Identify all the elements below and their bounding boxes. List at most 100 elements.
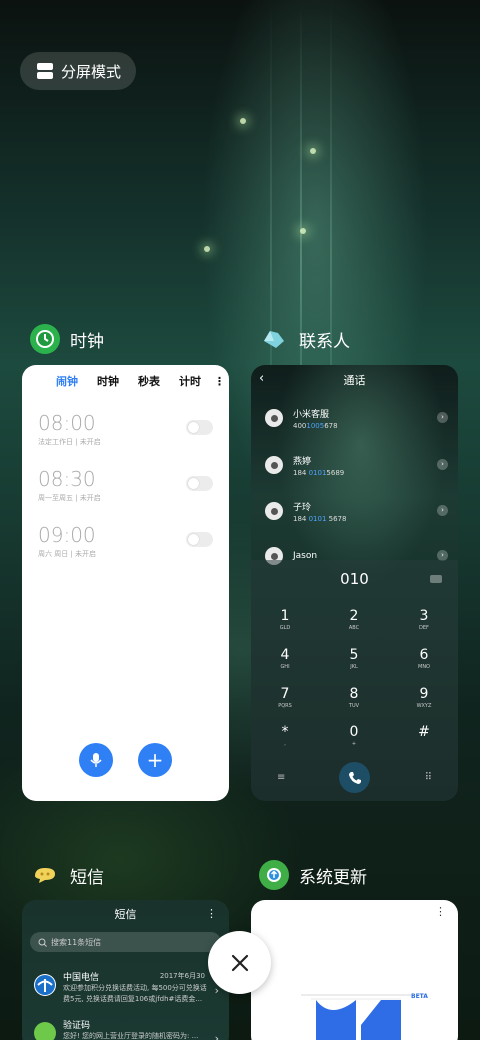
alarm-item[interactable]: 08:30 周一至周五 | 未开启 — [38, 467, 101, 503]
contact-item[interactable]: 燕婷 184 01015689 › — [265, 449, 448, 481]
alarm-toggle[interactable] — [186, 532, 213, 547]
menu-icon[interactable]: ≡ — [277, 772, 285, 783]
back-icon[interactable]: ‹ — [259, 371, 264, 386]
backspace-icon[interactable] — [430, 575, 442, 583]
message-item[interactable]: 中国电信 2017年6月30 欢迎参加积分兑换话费活动, 每500分可兑换话费5… — [34, 970, 221, 1010]
number-part: 678 — [324, 421, 338, 430]
dial-key[interactable]: 5 JKL — [334, 647, 374, 670]
dial-key[interactable]: *, — [265, 724, 305, 747]
contact-item[interactable]: 子玲 184 0101 5678 › — [265, 495, 448, 527]
call-button[interactable] — [339, 762, 370, 793]
clock-app-header[interactable]: 时钟 — [30, 324, 104, 354]
sms-top-bar: 短信 ⋮ — [22, 900, 229, 928]
beta-badge: BETA — [411, 993, 428, 1000]
system-update-app-icon — [259, 860, 289, 890]
number-match: 0101 — [308, 468, 327, 477]
verification-code-icon — [34, 1022, 56, 1040]
dial-key-digit: 0 — [349, 724, 359, 740]
tab-clock[interactable]: 时钟 — [97, 373, 119, 389]
dial-key[interactable]: 0 + — [334, 724, 374, 747]
sparkle — [204, 246, 210, 252]
more-icon[interactable]: ⋮ — [214, 375, 225, 388]
dial-key[interactable]: 7 PQRS — [265, 686, 305, 709]
split-screen-button[interactable]: 分屏模式 — [20, 52, 136, 90]
clock-app-icon — [30, 324, 60, 354]
number-match: 0101 — [308, 514, 327, 523]
dial-key[interactable]: 4 GHI — [265, 647, 305, 670]
voice-alarm-button[interactable] — [79, 743, 113, 777]
number-part: 184 — [293, 514, 309, 523]
clock-tabs: 闹钟 时钟 秒表 计时 ⋮ — [22, 365, 229, 389]
dial-key-letters: TUV — [348, 703, 360, 709]
number-part: 400 — [293, 421, 307, 430]
dial-key[interactable]: 6 MNO — [404, 647, 444, 670]
alarm-toggle[interactable] — [186, 476, 213, 491]
sparkle — [300, 228, 306, 234]
add-alarm-button[interactable]: + — [138, 743, 172, 777]
contact-name: 小米客服 — [293, 409, 330, 420]
dial-key-digit: 1 — [280, 608, 290, 624]
split-screen-icon — [37, 63, 53, 79]
alarm-item[interactable]: 09:00 周六 周日 | 未开启 — [38, 523, 96, 559]
tab-alarm[interactable]: 闹钟 — [56, 373, 78, 389]
dial-key[interactable]: # — [404, 724, 444, 741]
alarm-repeat: 法定工作日 | 未开启 — [38, 438, 101, 446]
dial-key-digit: 6 — [419, 647, 429, 663]
number-part: 184 — [293, 468, 309, 477]
search-placeholder: 搜索11条短信 — [51, 937, 102, 947]
alarm-item[interactable]: 08:00 法定工作日 | 未开启 — [38, 411, 101, 447]
dial-key[interactable]: 1 GLD — [265, 608, 305, 631]
update-app-header[interactable]: 系统更新 — [259, 860, 367, 890]
dial-input[interactable]: 010 — [251, 560, 458, 588]
dial-key-digit: 7 — [280, 686, 290, 702]
dial-key-digit: 9 — [419, 686, 429, 702]
china-telecom-logo-icon — [34, 974, 56, 996]
message-sender: 验证码 — [63, 1021, 91, 1031]
alarm-repeat: 周一至周五 | 未开启 — [38, 494, 101, 502]
dial-key-letters: GHI — [280, 664, 290, 670]
update-illustration — [301, 994, 411, 1040]
contacts-app-card[interactable]: ‹ 通话 小米客服 4001005678 › 燕婷 184 01015689 ›… — [251, 365, 458, 801]
dial-key[interactable]: 9 WXYZ — [404, 686, 444, 709]
update-app-card[interactable]: ⋮ BETA — [251, 900, 458, 1040]
dial-key[interactable]: 3 DEF — [404, 608, 444, 631]
message-preview: 您好! 您的网上营业厅登录的随机密码为: ... — [63, 1032, 199, 1040]
contact-item[interactable]: 小米客服 4001005678 › — [265, 402, 448, 434]
message-preview: 欢迎参加积分兑换话费活动, 每500分可兑换话费5元, 兑换话费请回复106或j… — [63, 984, 207, 1003]
dial-key-letters: PQRS — [278, 703, 292, 709]
contact-number: 4001005678 — [293, 422, 338, 430]
clock-app-title: 时钟 — [70, 331, 104, 352]
more-icon[interactable]: ⋮ — [206, 907, 217, 920]
microphone-icon — [90, 753, 102, 767]
sms-app-card[interactable]: 短信 ⋮ 搜索11条短信 中国电信 2017年6月30 欢迎参加积分兑换话费活动… — [22, 900, 229, 1040]
avatar-icon — [265, 502, 283, 520]
chevron-right-icon[interactable]: › — [437, 412, 448, 423]
sms-search-input[interactable]: 搜索11条短信 — [30, 932, 221, 952]
keypad-icon[interactable]: ⠿ — [425, 772, 432, 783]
dial-key-letters: DEF — [419, 625, 429, 631]
dial-key-digit: 3 — [419, 608, 429, 624]
dial-key-letters: JKL — [350, 664, 358, 670]
clear-all-button[interactable] — [208, 931, 271, 994]
chevron-right-icon[interactable]: › — [437, 505, 448, 516]
sms-header-title: 短信 — [114, 908, 137, 921]
sms-app-header[interactable]: 短信 — [30, 860, 104, 890]
chevron-right-icon[interactable]: › — [437, 459, 448, 470]
number-match: 1005 — [306, 421, 325, 430]
dial-key-digit: # — [418, 724, 430, 740]
tab-timer[interactable]: 计时 — [179, 373, 201, 389]
tab-stopwatch[interactable]: 秒表 — [138, 373, 160, 389]
dial-key[interactable]: 8 TUV — [334, 686, 374, 709]
clock-app-card[interactable]: 闹钟 时钟 秒表 计时 ⋮ 08:00 法定工作日 | 未开启 08:30 周一… — [22, 365, 229, 801]
message-item[interactable]: 验证码 您好! 您的网上营业厅登录的随机密码为: ... › — [34, 1018, 221, 1040]
dial-key[interactable]: 2 ABC — [334, 608, 374, 631]
message-date: 2017年6月30 — [159, 972, 205, 980]
alarm-toggle[interactable] — [186, 420, 213, 435]
alarm-time: 08:30 — [38, 467, 96, 491]
avatar-icon — [265, 456, 283, 474]
split-screen-label: 分屏模式 — [61, 62, 122, 81]
alarm-repeat: 周六 周日 | 未开启 — [38, 550, 97, 558]
contacts-app-header[interactable]: 联系人 — [259, 324, 350, 354]
chevron-right-icon: › — [214, 1032, 219, 1040]
avatar-icon — [265, 409, 283, 427]
